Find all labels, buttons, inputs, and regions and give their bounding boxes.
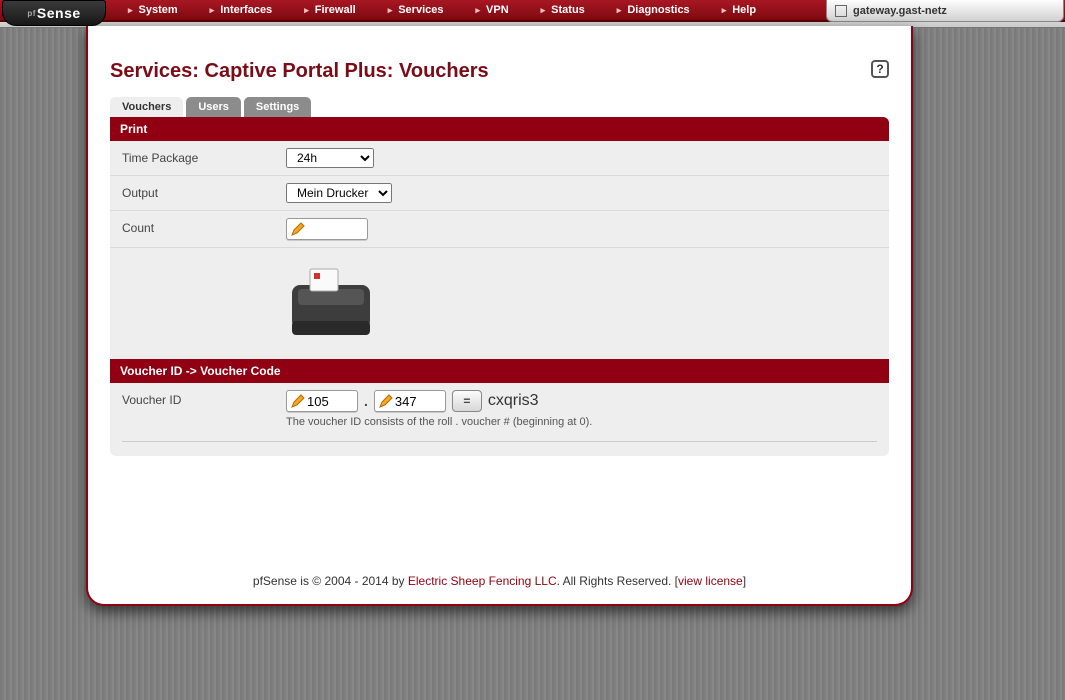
count-label: Count	[122, 218, 286, 235]
row-output: Output Mein Drucker	[110, 176, 889, 211]
count-input[interactable]	[307, 222, 363, 237]
voucher-id-label: Voucher ID	[122, 390, 286, 407]
page-title: Services: Captive Portal Plus: Vouchers	[110, 60, 889, 83]
tabs: Vouchers Users Settings	[110, 97, 889, 117]
roll-input-wrap	[286, 390, 358, 412]
voucher-code-result: cxqris3	[488, 392, 539, 410]
help-icon[interactable]: ?	[871, 60, 889, 78]
tab-vouchers[interactable]: Vouchers	[110, 97, 183, 117]
menu-help[interactable]: Help	[706, 4, 772, 16]
section-print-header: Print	[110, 117, 889, 141]
row-voucher-id: Voucher ID . = cxqris3	[110, 383, 889, 435]
number-input-wrap	[374, 390, 446, 412]
menu-services[interactable]: Services	[372, 4, 460, 16]
menu-status[interactable]: Status	[525, 4, 601, 16]
voucher-id-hint: The voucher ID consists of the roll . vo…	[286, 416, 877, 428]
hostname-text: gateway.gast-netz	[853, 5, 947, 17]
separator-dot: .	[364, 393, 368, 409]
time-package-label: Time Package	[122, 148, 286, 165]
tab-settings[interactable]: Settings	[244, 97, 311, 117]
row-printer-image	[110, 248, 889, 359]
lookup-button[interactable]: =	[452, 390, 482, 412]
hostname-badge: gateway.gast-netz	[826, 0, 1064, 22]
menu-firewall[interactable]: Firewall	[288, 4, 372, 16]
pencil-icon	[291, 394, 305, 408]
pencil-icon	[379, 394, 393, 408]
menu-vpn[interactable]: VPN	[459, 4, 524, 16]
printer-icon	[286, 265, 378, 343]
menu-diagnostics[interactable]: Diagnostics	[601, 4, 706, 16]
footer-vendor-link[interactable]: Electric Sheep Fencing LLC	[408, 574, 557, 588]
form-panel: Print Time Package 24h Output Mein Druck…	[110, 117, 889, 456]
number-input[interactable]	[395, 394, 441, 409]
pencil-icon	[291, 222, 305, 236]
time-package-select[interactable]: 24h	[286, 148, 374, 168]
content-card: ? Services: Captive Portal Plus: Voucher…	[86, 26, 913, 606]
output-label: Output	[122, 183, 286, 200]
page-footer: pfSense is © 2004 - 2014 by Electric She…	[88, 574, 911, 588]
output-select[interactable]: Mein Drucker	[286, 183, 392, 203]
count-input-wrap	[286, 218, 368, 240]
roll-input[interactable]	[307, 394, 353, 409]
menu-system[interactable]: System	[112, 4, 194, 16]
row-count: Count	[110, 211, 889, 248]
section-lookup-header: Voucher ID -> Voucher Code	[110, 359, 889, 383]
row-time-package: Time Package 24h	[110, 141, 889, 176]
footer-license-link[interactable]: view license	[678, 574, 743, 588]
tab-users[interactable]: Users	[186, 97, 241, 117]
brand-logo: pfSense	[2, 0, 106, 26]
network-icon	[835, 5, 847, 17]
menu-interfaces[interactable]: Interfaces	[194, 4, 289, 16]
